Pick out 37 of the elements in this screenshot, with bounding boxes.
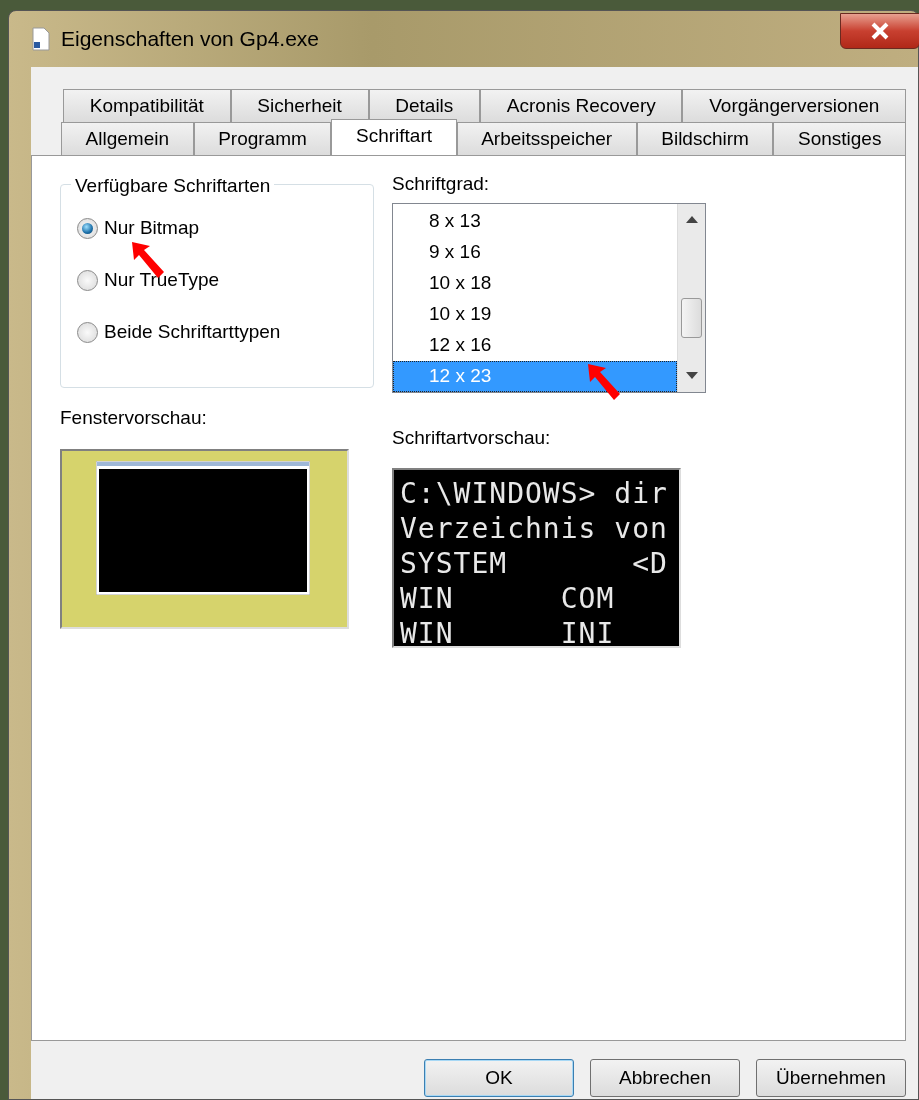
console-line: C:\WINDOWS> dir bbox=[400, 476, 669, 511]
tab[interactable]: Programm bbox=[193, 122, 332, 155]
close-button[interactable] bbox=[840, 13, 919, 49]
list-label: Schriftgrad: bbox=[392, 172, 491, 196]
close-icon bbox=[870, 22, 890, 40]
arrow-icon bbox=[586, 362, 622, 402]
tab[interactable]: Acronis Recovery bbox=[480, 89, 683, 122]
scrollbar[interactable] bbox=[677, 203, 705, 392]
dialog-button[interactable]: OK bbox=[424, 1059, 574, 1097]
file-icon bbox=[31, 27, 51, 51]
list-item[interactable]: 9 x 16 bbox=[393, 236, 677, 268]
tab[interactable]: Sonstiges bbox=[773, 122, 907, 155]
preview-label: Fenstervorschau: bbox=[60, 406, 208, 430]
console-line: SYSTEM <D bbox=[400, 546, 669, 581]
preview-label: Schriftartvorschau: bbox=[392, 425, 552, 450]
dialog-button[interactable]: Abbrechen bbox=[590, 1059, 740, 1097]
list-item[interactable]: 10 x 18 bbox=[393, 267, 677, 299]
tab[interactable]: Arbeitsspeicher bbox=[456, 122, 637, 155]
radio-option[interactable]: Nur Bitmap bbox=[77, 215, 200, 241]
tab[interactable]: Bildschirm bbox=[636, 122, 774, 155]
tab[interactable]: Allgemein bbox=[61, 122, 194, 155]
list-item[interactable]: 10 x 19 bbox=[393, 298, 677, 330]
tab[interactable]: Sicherheit bbox=[230, 89, 369, 122]
scroll-down-icon[interactable] bbox=[686, 371, 698, 379]
console-line: WIN INI bbox=[400, 616, 616, 651]
list-item[interactable]: 12 x 16 bbox=[393, 329, 677, 361]
scroll-up-icon[interactable] bbox=[686, 215, 698, 223]
radio-option[interactable]: Beide Schriftarttypen bbox=[77, 319, 281, 345]
dialog-button[interactable]: Übernehmen bbox=[756, 1059, 906, 1097]
tab[interactable]: Vorgängerversionen bbox=[682, 89, 907, 122]
scroll-thumb[interactable] bbox=[681, 297, 702, 338]
console-line: WIN COM bbox=[400, 581, 616, 616]
tab[interactable]: Kompatibilität bbox=[63, 89, 231, 122]
list-item[interactable]: 8 x 13 bbox=[393, 205, 677, 237]
console-line: Verzeichnis von bbox=[400, 511, 669, 546]
window-title: Eigenschaften von Gp4.exe bbox=[61, 26, 319, 53]
tab[interactable]: Schriftart bbox=[331, 119, 457, 155]
